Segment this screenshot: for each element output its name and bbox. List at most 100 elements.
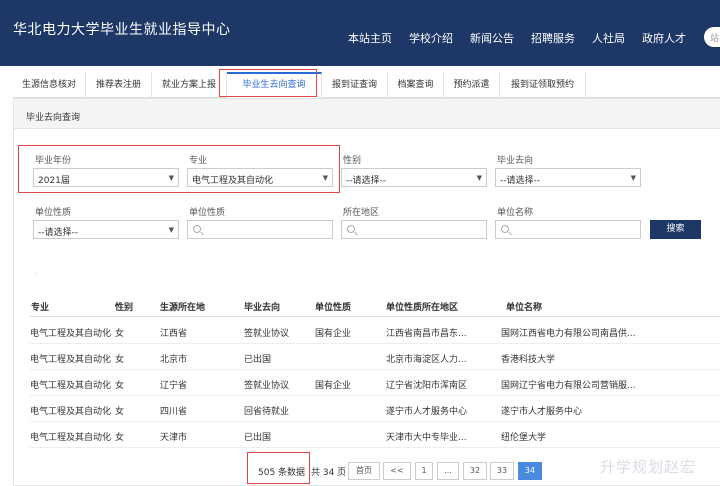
cell-unit-region: 江西省南昌市昌东... bbox=[386, 329, 467, 339]
page-ellipsis: ... bbox=[437, 462, 459, 480]
cell-major: 电气工程及其自动化 bbox=[30, 433, 112, 443]
major-select[interactable]: 电气工程及其自动化 ▼ bbox=[187, 168, 333, 187]
nav-gov-talent[interactable]: 政府人才 bbox=[642, 30, 686, 46]
gender-select[interactable]: --请选择-- ▼ bbox=[341, 168, 487, 187]
tab-graduate-destination[interactable]: 毕业生去向查询 bbox=[227, 72, 322, 98]
region-label: 所在地区 bbox=[343, 208, 380, 218]
col-header-unit-region: 单位性质所在地区 bbox=[386, 303, 459, 313]
page-button[interactable]: 33 bbox=[490, 462, 514, 480]
chevron-down-icon: ▼ bbox=[168, 174, 174, 182]
nav-school-intro[interactable]: 学校介绍 bbox=[409, 30, 453, 46]
col-header-origin: 生源所在地 bbox=[160, 303, 206, 313]
gender-label: 性别 bbox=[343, 156, 362, 166]
cell-origin: 四川省 bbox=[160, 407, 188, 417]
unit-type2-label: 单位性质 bbox=[189, 208, 226, 218]
main-nav: 本站主页 学校介绍 新闻公告 招聘服务 人社局 政府人才 bbox=[0, 30, 720, 46]
cell-destination: 回省待就业 bbox=[244, 407, 290, 417]
cell-major: 电气工程及其自动化 bbox=[30, 407, 112, 417]
divider-dot: · bbox=[34, 270, 37, 278]
cell-gender: 女 bbox=[115, 329, 125, 339]
site-search-input[interactable]: 站 bbox=[704, 27, 720, 47]
nav-home[interactable]: 本站主页 bbox=[348, 30, 392, 46]
unit-type-label: 单位性质 bbox=[35, 208, 72, 218]
panel-header: 毕业去向查询 bbox=[14, 99, 720, 129]
cell-origin: 江西省 bbox=[160, 329, 188, 339]
destination-select[interactable]: --请选择-- ▼ bbox=[495, 168, 641, 187]
gender-select-value: --请选择-- bbox=[346, 176, 386, 186]
cell-gender: 女 bbox=[115, 381, 125, 391]
chevron-down-icon: ▼ bbox=[168, 226, 174, 234]
tab-bar: 生源信息核对 推荐表注册 就业方案上报 毕业生去向查询 报到证查询 档案查询 预… bbox=[13, 72, 720, 98]
cell-destination: 已出国 bbox=[244, 355, 272, 365]
site-header: 华北电力大学毕业生就业指导中心 本站主页 学校介绍 新闻公告 招聘服务 人社局 … bbox=[0, 0, 720, 66]
cell-unit-region: 天津市大中专毕业... bbox=[386, 433, 467, 443]
cell-major: 电气工程及其自动化 bbox=[30, 329, 112, 339]
tab-dispatch-booking[interactable]: 预约派遣 bbox=[444, 72, 500, 98]
year-select[interactable]: 2021届 ▼ bbox=[33, 168, 179, 187]
tab-archive-query[interactable]: 档案查询 bbox=[388, 72, 444, 98]
prev-page-button[interactable]: << bbox=[383, 462, 411, 480]
cell-gender: 女 bbox=[115, 355, 125, 365]
cell-destination: 签就业协议 bbox=[244, 329, 290, 339]
unit-name-label: 单位名称 bbox=[497, 208, 534, 218]
region-input[interactable] bbox=[341, 220, 487, 239]
unit-type-select-value: --请选择-- bbox=[38, 228, 78, 238]
nav-recruitment[interactable]: 招聘服务 bbox=[531, 30, 575, 46]
cell-gender: 女 bbox=[115, 407, 125, 417]
watermark: 升学规划赵宏 bbox=[600, 458, 697, 476]
destination-label: 毕业去向 bbox=[497, 156, 534, 166]
col-header-unit-type: 单位性质 bbox=[315, 303, 352, 313]
cell-major: 电气工程及其自动化 bbox=[30, 381, 112, 391]
search-icon bbox=[347, 225, 355, 233]
first-page-button[interactable]: 首页 bbox=[348, 462, 380, 480]
search-icon bbox=[193, 225, 201, 233]
table-row[interactable]: 电气工程及其自动化 女 江西省 签就业协议 国有企业 江西省南昌市昌东... 国… bbox=[30, 318, 720, 344]
major-label: 专业 bbox=[189, 156, 208, 166]
cell-gender: 女 bbox=[115, 433, 125, 443]
major-select-value: 电气工程及其自动化 bbox=[192, 176, 274, 186]
table-row[interactable]: 电气工程及其自动化 女 北京市 已出国 北京市海淀区人力... 香港科技大学 bbox=[30, 344, 720, 370]
cell-destination: 签就业协议 bbox=[244, 381, 290, 391]
chevron-down-icon: ▼ bbox=[476, 174, 482, 182]
unit-name-input[interactable] bbox=[495, 220, 641, 239]
tab-cert-pickup-booking[interactable]: 报到证领取预约 bbox=[500, 72, 586, 98]
search-icon bbox=[501, 225, 509, 233]
cell-unit-region: 遂宁市人才服务中心 bbox=[386, 407, 468, 417]
tab-recommend-register[interactable]: 推荐表注册 bbox=[86, 72, 152, 98]
tab-employment-report[interactable]: 就业方案上报 bbox=[152, 72, 227, 98]
col-header-gender: 性别 bbox=[115, 303, 134, 313]
panel-title: 毕业去向查询 bbox=[26, 113, 81, 123]
cell-major: 电气工程及其自动化 bbox=[30, 355, 112, 365]
nav-hr-bureau[interactable]: 人社局 bbox=[592, 30, 625, 46]
cell-unit-type: 国有企业 bbox=[315, 381, 352, 391]
page-button[interactable]: 32 bbox=[463, 462, 487, 480]
nav-news[interactable]: 新闻公告 bbox=[470, 30, 514, 46]
tab-report-cert-query[interactable]: 报到证查询 bbox=[322, 72, 388, 98]
unit-type2-input[interactable] bbox=[187, 220, 333, 239]
unit-type-select[interactable]: --请选择-- ▼ bbox=[33, 220, 179, 239]
current-page-button[interactable]: 34 bbox=[518, 462, 542, 480]
table-row[interactable]: 电气工程及其自动化 女 天津市 已出国 天津市大中专毕业... 纽伦堡大学 bbox=[30, 422, 720, 448]
page-total: 共 34 页 bbox=[311, 468, 347, 478]
cell-origin: 天津市 bbox=[160, 433, 188, 443]
cell-unit-type: 国有企业 bbox=[315, 329, 352, 339]
cell-origin: 北京市 bbox=[160, 355, 188, 365]
search-button[interactable]: 搜索 bbox=[650, 220, 701, 239]
cell-destination: 已出国 bbox=[244, 433, 272, 443]
cell-unit-region: 北京市海淀区人力... bbox=[386, 355, 467, 365]
chevron-down-icon: ▼ bbox=[322, 174, 328, 182]
table-row[interactable]: 电气工程及其自动化 女 辽宁省 签就业协议 国有企业 辽宁省沈阳市浑南区 国网辽… bbox=[30, 370, 720, 396]
cell-unit-name: 纽伦堡大学 bbox=[501, 433, 547, 443]
year-select-value: 2021届 bbox=[38, 176, 70, 186]
table-header-divider bbox=[30, 316, 720, 317]
cell-unit-region: 辽宁省沈阳市浑南区 bbox=[386, 381, 468, 391]
cell-unit-name: 国网江西省电力有限公司南昌供... bbox=[501, 329, 636, 339]
cell-unit-name: 香港科技大学 bbox=[501, 355, 556, 365]
cell-unit-name: 国网辽宁省电力有限公司营销服... bbox=[501, 381, 636, 391]
destination-select-value: --请选择-- bbox=[500, 176, 540, 186]
tab-student-info[interactable]: 生源信息核对 bbox=[13, 72, 86, 98]
record-count: 505 条数据 bbox=[258, 468, 306, 478]
table-row[interactable]: 电气工程及其自动化 女 四川省 回省待就业 遂宁市人才服务中心 遂宁市人才服务中… bbox=[30, 396, 720, 422]
page-button[interactable]: 1 bbox=[415, 462, 433, 480]
col-header-destination: 毕业去向 bbox=[244, 303, 281, 313]
